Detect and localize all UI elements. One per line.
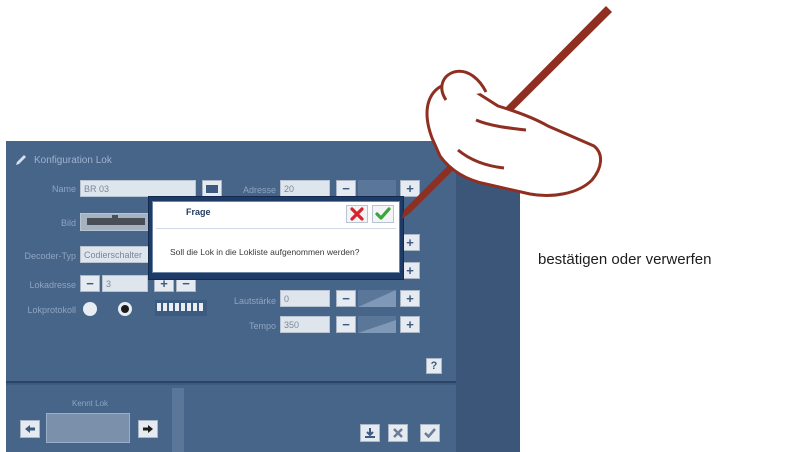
name-label: Name [51, 184, 76, 194]
cancel-button[interactable] [346, 205, 368, 223]
slider-5-plus-button[interactable]: + [400, 316, 420, 333]
value-input-3[interactable]: 350 [280, 316, 330, 333]
dip-switch-block[interactable] [155, 300, 207, 316]
help-button[interactable]: ? [426, 358, 442, 374]
protocol-radio-2[interactable] [118, 302, 132, 316]
arrow-left-icon [25, 425, 35, 433]
dip-switch-icon [157, 303, 203, 311]
hand-icon [425, 69, 602, 197]
close-icon [393, 428, 403, 438]
keyboard-button[interactable] [202, 180, 222, 197]
discard-button[interactable] [388, 424, 408, 442]
decoder-label: Decoder-Typ [24, 251, 76, 261]
divider-strip [172, 388, 184, 452]
name-input[interactable]: BR 03 [80, 180, 196, 197]
dialog-separator [156, 228, 396, 229]
slider-label-4: Lautstärke [233, 296, 276, 306]
slider-4-plus-button[interactable]: + [400, 290, 420, 307]
address-label: Lokadresse [29, 280, 76, 290]
value-input-2[interactable]: 0 [280, 290, 330, 307]
checkmark-icon [424, 428, 436, 439]
locomotive-image [87, 215, 145, 225]
protocol-label: Lokprotokoll [27, 305, 76, 315]
arrow-right-icon [143, 425, 153, 433]
slider-1-minus-button[interactable]: − [336, 180, 356, 197]
loco-name-field[interactable] [46, 413, 130, 443]
slider-4-minus-button[interactable]: − [336, 290, 356, 307]
slider-5-ramp[interactable] [358, 316, 396, 333]
image-label: Bild [60, 218, 76, 228]
download-icon [365, 428, 375, 438]
close-icon [350, 207, 364, 221]
slider-label-5: Tempo [248, 321, 276, 331]
slider-4-ramp[interactable] [358, 290, 396, 307]
caption-text: bestätigen oder verwerfen [538, 251, 712, 268]
save-button[interactable] [360, 424, 380, 442]
dialog-title: Frage [186, 207, 211, 217]
keyboard-icon [206, 185, 218, 193]
bottom-panel-label: Kennt Lok [71, 399, 109, 408]
hand-stylus-illustration [402, 6, 612, 219]
panel-title: Konfiguration Lok [34, 154, 112, 166]
next-button[interactable] [138, 420, 158, 438]
protocol-radio-1[interactable] [83, 302, 97, 316]
slider-5-minus-button[interactable]: − [336, 316, 356, 333]
address-decrement-button[interactable]: − [80, 275, 100, 292]
value-input-1[interactable]: 20 [280, 180, 330, 197]
panel-header: Konfiguration Lok [14, 151, 214, 169]
loco-image-field[interactable] [80, 213, 150, 231]
dialog-message: Soll die Lok in die Lokliste aufgenommen… [170, 247, 360, 257]
slider-label-1: Adresse [242, 185, 276, 195]
edit-icon [16, 155, 26, 165]
address-input[interactable]: 3 [102, 275, 148, 292]
decoder-select[interactable]: Codierschalter [80, 246, 150, 263]
previous-button[interactable] [20, 420, 40, 438]
accept-button[interactable] [420, 424, 440, 442]
